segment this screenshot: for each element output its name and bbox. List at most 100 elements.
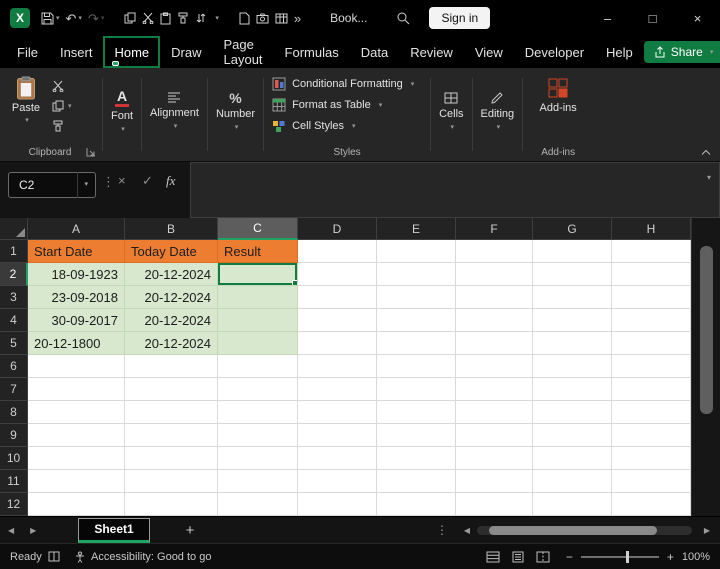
cell-H12[interactable]	[612, 493, 691, 516]
macro-record-icon[interactable]	[48, 551, 60, 562]
page-break-view-button[interactable]	[536, 551, 550, 563]
cell-E5[interactable]	[377, 332, 456, 355]
accessibility-status[interactable]: Accessibility: Good to go	[74, 551, 211, 563]
row-header-7[interactable]: 7	[0, 378, 28, 401]
tab-formulas[interactable]: Formulas	[274, 36, 350, 68]
cell-A10[interactable]	[28, 447, 125, 470]
cell-C3[interactable]	[218, 286, 298, 309]
cell-B4[interactable]: 20-12-2024	[125, 309, 218, 332]
conditional-formatting-button[interactable]: Conditional Formatting ▾	[266, 77, 428, 91]
camera-button[interactable]	[253, 5, 272, 31]
cell-A7[interactable]	[28, 378, 125, 401]
cell-G11[interactable]	[533, 470, 612, 493]
number-group-button[interactable]: % Number ▾	[210, 60, 261, 161]
hscroll-right-icon[interactable]: ▶	[704, 526, 710, 535]
insert-function-button[interactable]: fx	[166, 173, 175, 189]
enter-button[interactable]: ✓	[142, 173, 153, 189]
row-header-6[interactable]: 6	[0, 355, 28, 378]
cell-D5[interactable]	[298, 332, 377, 355]
cell-B1[interactable]: Today Date	[125, 240, 218, 263]
cell-D12[interactable]	[298, 493, 377, 516]
cell-E7[interactable]	[377, 378, 456, 401]
sheetbar-dots-icon[interactable]: ⋮	[436, 523, 448, 537]
horizontal-scrollbar[interactable]	[477, 526, 692, 535]
cell-A3[interactable]: 23-09-2018	[28, 286, 125, 309]
cell-D3[interactable]	[298, 286, 377, 309]
cell-F5[interactable]	[456, 332, 533, 355]
cell-F2[interactable]	[456, 263, 533, 286]
page-layout-view-button[interactable]	[511, 551, 525, 563]
cell-E1[interactable]	[377, 240, 456, 263]
row-header-3[interactable]: 3	[0, 286, 28, 309]
cell-G9[interactable]	[533, 424, 612, 447]
cell-E9[interactable]	[377, 424, 456, 447]
normal-view-button[interactable]	[486, 551, 500, 563]
cell-G10[interactable]	[533, 447, 612, 470]
cell-H6[interactable]	[612, 355, 691, 378]
cell-D7[interactable]	[298, 378, 377, 401]
cell-A8[interactable]	[28, 401, 125, 424]
qat-more-button[interactable]: ▾	[210, 5, 222, 31]
tab-insert[interactable]: Insert	[49, 36, 104, 68]
vertical-scrollbar-thumb[interactable]	[700, 246, 713, 414]
tab-home[interactable]: Home	[103, 36, 160, 68]
cell-C7[interactable]	[218, 378, 298, 401]
cell-E8[interactable]	[377, 401, 456, 424]
clipboard-dialog-launcher[interactable]	[86, 147, 96, 157]
cell-F4[interactable]	[456, 309, 533, 332]
tab-data[interactable]: Data	[350, 36, 399, 68]
col-header-H[interactable]: H	[612, 218, 691, 240]
more-commands-button[interactable]: »	[291, 5, 304, 31]
cell-styles-button[interactable]: Cell Styles ▾	[266, 119, 428, 133]
cell-F10[interactable]	[456, 447, 533, 470]
row-header-9[interactable]: 9	[0, 424, 28, 447]
cell-A6[interactable]	[28, 355, 125, 378]
cell-A5[interactable]: 20-12-1800	[28, 332, 125, 355]
row-header-1[interactable]: 1	[0, 240, 28, 263]
cell-F12[interactable]	[456, 493, 533, 516]
cell-E10[interactable]	[377, 447, 456, 470]
hscroll-left-icon[interactable]: ◀	[464, 526, 470, 535]
cell-G6[interactable]	[533, 355, 612, 378]
cell-G7[interactable]	[533, 378, 612, 401]
cell-G5[interactable]	[533, 332, 612, 355]
copy-button[interactable]: ▾	[52, 100, 72, 112]
cell-H10[interactable]	[612, 447, 691, 470]
cell-G4[interactable]	[533, 309, 612, 332]
cell-E4[interactable]	[377, 309, 456, 332]
collapse-ribbon-button[interactable]	[700, 148, 712, 156]
col-header-B[interactable]: B	[125, 218, 218, 240]
formula-input[interactable]: ▾	[190, 162, 720, 218]
cell-B8[interactable]	[125, 401, 218, 424]
cell-F8[interactable]	[456, 401, 533, 424]
zoom-slider[interactable]	[580, 550, 659, 563]
sort-button[interactable]	[192, 5, 210, 31]
zoom-level[interactable]: 100%	[682, 551, 710, 563]
sheet-nav-left-icon[interactable]: ◀	[0, 526, 22, 535]
cell-A2[interactable]: 18-09-1923	[28, 263, 125, 286]
cancel-button[interactable]: ×	[118, 173, 126, 188]
cell-G8[interactable]	[533, 401, 612, 424]
cell-H3[interactable]	[612, 286, 691, 309]
row-header-12[interactable]: 12	[0, 493, 28, 516]
cell-D8[interactable]	[298, 401, 377, 424]
alignment-group-button[interactable]: Alignment ▾	[144, 60, 205, 161]
cell-E2[interactable]	[377, 263, 456, 286]
tab-file[interactable]: File	[6, 36, 49, 68]
cell-B6[interactable]	[125, 355, 218, 378]
cell-D10[interactable]	[298, 447, 377, 470]
maximize-button[interactable]: □	[630, 0, 675, 36]
cell-H11[interactable]	[612, 470, 691, 493]
vertical-scrollbar[interactable]	[691, 218, 720, 516]
select-all-corner[interactable]	[0, 218, 28, 240]
new-document-button[interactable]	[236, 5, 253, 31]
cell-G2[interactable]	[533, 263, 612, 286]
excel-logo-icon[interactable]: X	[10, 8, 30, 28]
cell-A11[interactable]	[28, 470, 125, 493]
cell-B12[interactable]	[125, 493, 218, 516]
cell-C12[interactable]	[218, 493, 298, 516]
cell-D2[interactable]	[298, 263, 377, 286]
format-as-table-button[interactable]: Format as Table ▾	[266, 98, 428, 112]
col-header-A[interactable]: A	[28, 218, 125, 240]
cell-A4[interactable]: 30-09-2017	[28, 309, 125, 332]
